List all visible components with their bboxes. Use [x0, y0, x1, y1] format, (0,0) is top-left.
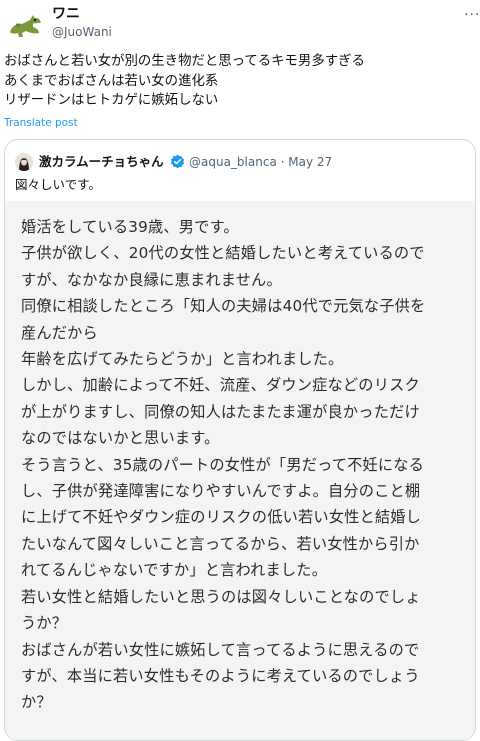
crocodile-avatar-icon	[6, 4, 44, 42]
image-text-line: が上がりますし、同僚の知人はたまたま運が良かっただけ	[21, 402, 420, 421]
image-text-line: に上げて不妊やダウン症のリスクの低い若い女性と結婚し	[21, 508, 422, 527]
post-text-line: おばさんと若い女が別の生き物だと思ってるキモ男多すぎる	[4, 54, 365, 69]
quoted-post-text: 図々しいです。	[15, 177, 101, 192]
quoted-post[interactable]: 激カラムーチョちゃん @aqua_blanca · May 27 図々しいです。…	[4, 139, 476, 741]
image-text-line: なのではないかと思います。	[21, 429, 220, 448]
image-text-line: うか？	[21, 614, 68, 633]
person-avatar-icon	[15, 153, 33, 171]
image-text-line: おばさんが若い女性に嫉妬して言ってるように思えるので	[21, 640, 420, 659]
image-text-line: すが、本当に若い女性もそのように考えているのでしょう	[21, 666, 420, 685]
ellipsis-icon[interactable]: ···	[464, 8, 480, 22]
post-text-line: リザードンはヒトカゲに嫉妬しない	[4, 93, 219, 108]
quoted-handle-and-date[interactable]: @aqua_blanca · May 27	[189, 154, 332, 171]
verified-badge-icon	[170, 154, 185, 169]
quoted-post-image[interactable]: 婚活をしている39歳、男です。 子供が欲しく、20代の女性と結婚したいと考えてい…	[5, 201, 475, 740]
image-text-line: たいなんて図々しいこと言ってるから、若い女性から引か	[21, 534, 420, 553]
image-text-line: すが、なかなか良縁に恵まれません。	[21, 270, 282, 289]
image-text-line: か？	[21, 693, 52, 712]
translate-post-link[interactable]: Translate post	[4, 116, 78, 130]
image-text-line: 産んだから	[21, 323, 98, 342]
quoted-author-avatar[interactable]	[15, 153, 33, 171]
image-text-line: しかし、加齢によって不妊、流産、ダウン症などのリスク	[21, 376, 420, 395]
post-header: ワニ @JuoWani ···	[0, 0, 480, 44]
image-text-line: 婚活をしている39歳、男です。	[21, 218, 239, 236]
image-text-line: し、子供が発達障害になりやすいんですよ。自分のこと棚	[21, 482, 421, 501]
image-text-body: 婚活をしている39歳、男です。 子供が欲しく、20代の女性と結婚したいと考えてい…	[21, 214, 466, 716]
author-display-name[interactable]: ワニ	[52, 5, 80, 23]
author-handle[interactable]: @JuoWani	[52, 24, 112, 40]
image-text-line: そう言うと、35歳のパートの女性が「男だって不妊になる	[21, 455, 425, 474]
author-avatar[interactable]	[6, 4, 44, 42]
image-text-line: 若い女性と結婚したいと思うのは図々しいことなのでしょ	[21, 587, 421, 606]
post-text: おばさんと若い女が別の生き物だと思ってるキモ男多すぎる あくまでおばさんは若い女…	[4, 52, 474, 111]
image-text-line: れてるんじゃないですか」と言われました。	[21, 561, 328, 580]
quoted-author-display-name[interactable]: 激カラムーチョちゃん	[39, 153, 164, 171]
image-text-line: 子供が欲しく、20代の女性と結婚したいと考えているので	[21, 244, 425, 263]
image-text-line: 年齢を広げてみたらどうか」と言われました。	[21, 350, 344, 369]
post-text-line: あくまでおばさんは若い女の進化系	[4, 73, 219, 89]
image-text-line: 同僚に相談したところ「知人の夫婦は40代で元気な子供を	[21, 297, 426, 316]
